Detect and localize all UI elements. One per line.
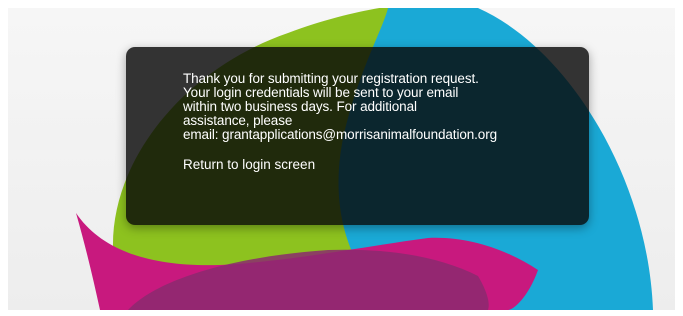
return-to-login-link[interactable]: Return to login screen [183, 157, 315, 172]
page-right-margin [675, 0, 683, 316]
message-line: Your login credentials will be sent to y… [183, 85, 459, 100]
message-line: within two business days. For additional [183, 99, 417, 114]
message-line: Thank you for submitting your registrati… [183, 71, 479, 86]
registration-confirmation-page: Thank you for submitting your registrati… [0, 0, 683, 316]
message-line: assistance, please [183, 113, 293, 128]
confirmation-message: Thank you for submitting your registrati… [183, 72, 558, 142]
confirmation-dialog: Thank you for submitting your registrati… [126, 47, 589, 225]
message-line-email: email: grantapplications@morrisanimalfou… [183, 127, 498, 142]
